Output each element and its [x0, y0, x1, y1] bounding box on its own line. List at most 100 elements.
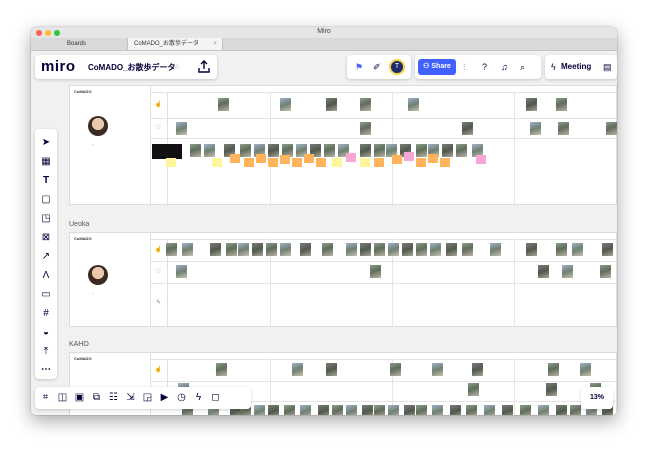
sticky-note[interactable] — [374, 158, 384, 167]
photo[interactable] — [238, 243, 249, 256]
photo[interactable] — [204, 144, 215, 157]
user-avatar[interactable]: T — [389, 59, 405, 75]
photo[interactable] — [370, 265, 381, 278]
photo[interactable] — [360, 144, 371, 157]
comment-icon[interactable]: ▭ — [35, 289, 57, 300]
photo[interactable] — [572, 243, 583, 256]
video-icon[interactable]: ▶ — [158, 392, 171, 403]
embed-icon[interactable]: ◲ — [141, 392, 154, 403]
photo[interactable] — [300, 243, 311, 256]
photo[interactable] — [268, 144, 279, 157]
more-icon[interactable]: ⋯ — [35, 364, 57, 375]
sticky-note[interactable] — [316, 158, 326, 167]
photo[interactable] — [450, 405, 461, 415]
photo[interactable] — [538, 405, 549, 415]
sticky-note[interactable] — [392, 155, 402, 164]
pen-tool-icon[interactable]: Ʌ — [35, 270, 57, 281]
photo[interactable] — [176, 265, 187, 278]
miro-logo[interactable]: miro — [41, 58, 76, 75]
photo[interactable] — [546, 383, 557, 396]
timer-icon[interactable]: ◷ — [175, 392, 188, 403]
sticky-note[interactable] — [256, 154, 266, 163]
photo[interactable] — [484, 405, 495, 415]
card-icon[interactable]: ◳ — [35, 213, 57, 224]
photo[interactable] — [346, 405, 357, 415]
sticky-note[interactable] — [416, 158, 426, 167]
photo[interactable] — [360, 243, 371, 256]
photo[interactable] — [446, 243, 457, 256]
photo[interactable] — [556, 405, 567, 415]
shape-icon[interactable]: ⊠ — [35, 232, 57, 243]
photo[interactable] — [280, 98, 291, 111]
photo[interactable] — [580, 363, 591, 376]
photo[interactable] — [526, 98, 537, 111]
photo[interactable] — [556, 98, 567, 111]
help-icon[interactable]: ? — [482, 62, 487, 72]
photo[interactable] — [502, 405, 513, 415]
sticky-note[interactable] — [280, 155, 290, 164]
photo[interactable] — [538, 265, 549, 278]
photo[interactable] — [562, 265, 573, 278]
board-name[interactable]: CoMADO_お散歩データ — [88, 62, 176, 73]
line-icon[interactable]: ↗ — [35, 251, 57, 262]
apps-icon[interactable]: ◒ — [35, 327, 57, 338]
sticky-note[interactable] — [304, 154, 314, 163]
template-icon[interactable]: ▦ — [35, 156, 57, 167]
sticky-note[interactable] — [212, 158, 222, 167]
photo[interactable] — [322, 243, 333, 256]
sticky-note[interactable] — [244, 158, 254, 167]
photo[interactable] — [402, 243, 413, 256]
bell-icon[interactable]: ♫ — [501, 62, 508, 72]
photo[interactable] — [360, 122, 371, 135]
sticky-note[interactable] — [268, 158, 278, 167]
photo[interactable] — [442, 144, 453, 157]
text-icon[interactable]: T — [35, 175, 57, 186]
sticky-note[interactable] — [360, 158, 370, 167]
photo[interactable] — [346, 243, 357, 256]
photo[interactable] — [570, 405, 581, 415]
photo[interactable] — [374, 243, 385, 256]
photo[interactable] — [284, 405, 295, 415]
photo[interactable] — [280, 243, 291, 256]
photo[interactable] — [556, 243, 567, 256]
photo[interactable] — [602, 243, 613, 256]
lightning-icon[interactable]: ϟ — [192, 392, 205, 403]
sticky-note[interactable] — [476, 155, 486, 164]
select-icon[interactable]: ➤ — [35, 137, 57, 148]
black-image[interactable] — [152, 144, 182, 159]
photo[interactable] — [176, 122, 187, 135]
meeting-button[interactable]: Meeting — [561, 62, 591, 71]
photo[interactable] — [190, 144, 201, 157]
sticky-note[interactable] — [428, 154, 438, 163]
card-list-icon[interactable]: ☷ — [107, 392, 120, 403]
photo[interactable] — [530, 122, 541, 135]
photo[interactable] — [432, 363, 443, 376]
photo[interactable] — [390, 363, 401, 376]
photo[interactable] — [606, 122, 617, 135]
photo[interactable] — [416, 405, 427, 415]
photo[interactable] — [324, 144, 335, 157]
photo[interactable] — [374, 405, 385, 415]
photo[interactable] — [166, 243, 177, 256]
photo[interactable] — [326, 98, 337, 111]
sticky-note[interactable] — [332, 158, 342, 167]
star-icon[interactable]: ☆ — [173, 62, 180, 71]
photo[interactable] — [300, 405, 311, 415]
tab-close-icon[interactable]: × — [213, 38, 217, 50]
photo[interactable] — [254, 405, 265, 415]
photo[interactable] — [520, 405, 531, 415]
photo[interactable] — [468, 383, 479, 396]
share-button[interactable]: ⚇ Share — [418, 59, 456, 75]
photo[interactable] — [456, 144, 467, 157]
sticky-note[interactable] — [346, 153, 356, 162]
photo[interactable] — [252, 243, 263, 256]
frame-user-1[interactable]: CoMADO -- ☝ ♡ ✎ — [69, 85, 617, 206]
upload-icon[interactable]: ⤒ — [35, 346, 57, 357]
frame-icon[interactable]: # — [35, 308, 57, 319]
photo[interactable] — [388, 243, 399, 256]
photo[interactable] — [360, 98, 371, 111]
notes-icon[interactable]: ▤ — [603, 62, 612, 72]
pen-icon[interactable]: ✐ — [373, 62, 381, 72]
photo[interactable] — [548, 363, 559, 376]
photo[interactable] — [226, 243, 237, 256]
